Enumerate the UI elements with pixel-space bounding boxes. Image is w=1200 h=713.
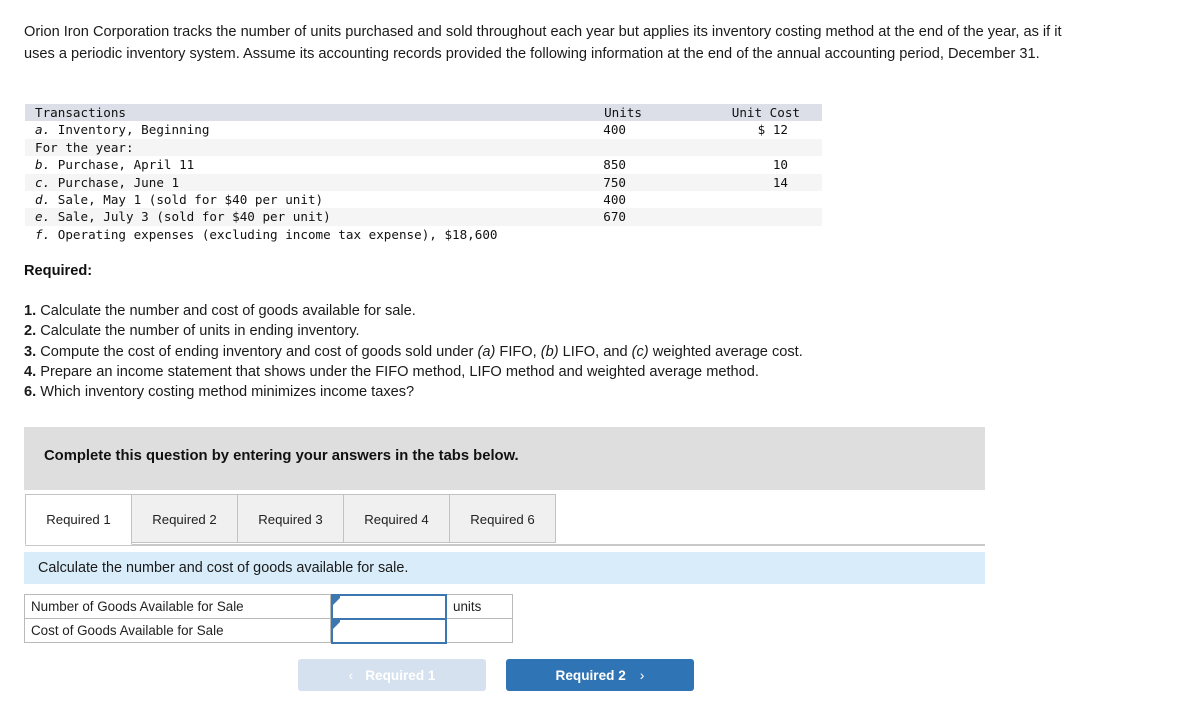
requirement-subheader-text: Calculate the number and cost of goods a… — [38, 560, 409, 576]
column-header-units: Units — [604, 105, 642, 120]
required-item-emphasis: (b) — [540, 343, 559, 360]
transactions-table-body: a. Inventory, Beginning 400 $ 12 For the ye… — [25, 121, 822, 244]
required-heading: Required: — [24, 263, 93, 279]
next-requirement-button[interactable]: Required 2 › — [506, 659, 694, 691]
transaction-unit-cost-cell — [660, 208, 822, 225]
transaction-description-cell: a. Inventory, Beginning — [35, 122, 210, 138]
number-available-input[interactable] — [331, 594, 447, 620]
table-row: b. Purchase, April 11 850 10 — [25, 156, 822, 174]
transaction-units-cell: 850 — [603, 157, 626, 173]
requirement-subheader: Calculate the number and cost of goods a… — [24, 552, 985, 584]
transaction-item-letter: c. — [35, 174, 51, 190]
transaction-description-cell: b. Purchase, April 11 — [35, 157, 195, 173]
answer-unit-label: units — [446, 594, 513, 619]
answer-entry-table: Number of Goods Available for Sale units C… — [24, 594, 513, 644]
transactions-table: Transactions Units Unit Cost a. Inventor… — [25, 104, 822, 244]
transaction-unit-cost-cell — [660, 191, 822, 208]
required-item-number: 6. — [24, 384, 37, 401]
chevron-left-icon: ‹ — [348, 667, 354, 683]
table-row: d. Sale, May 1 (sold for $40 per unit) 40… — [25, 191, 822, 209]
transaction-units-cell: 750 — [603, 174, 626, 190]
previous-requirement-button[interactable]: ‹ Required 1 — [298, 659, 486, 691]
answer-row: Cost of Goods Available for Sale — [24, 618, 513, 644]
transaction-unit-cost-cell — [660, 226, 822, 243]
required-item: 1. Calculate the number and cost of good… — [24, 303, 416, 319]
cell-marker-triangle-icon — [333, 596, 340, 605]
transaction-unit-cost-cell: 14 — [772, 174, 788, 190]
table-row: f. Operating expenses (excluding income … — [25, 225, 822, 244]
transaction-units-cell: 400 — [603, 122, 626, 138]
transaction-unit-cost-cell: 10 — [772, 157, 788, 173]
transaction-units-cell: 400 — [603, 192, 626, 208]
requirement-tabstrip: Required 1 Required 2 Required 3 Required 4… — [25, 494, 985, 546]
answer-row-label: Number of Goods Available for Sale — [24, 594, 331, 619]
tab-required-3[interactable]: Required 3 — [237, 494, 344, 543]
table-row: a. Inventory, Beginning 400 $ 12 — [25, 121, 822, 139]
required-item-number: 2. — [24, 323, 37, 340]
table-row: c. Purchase, June 1 750 14 — [25, 173, 822, 192]
transaction-item-letter: a. — [35, 122, 51, 138]
transaction-item-letter: f. — [35, 226, 51, 242]
answer-unit-label — [446, 618, 513, 643]
cost-available-input[interactable] — [331, 618, 447, 644]
tab-label: Required 3 — [258, 512, 323, 527]
transaction-description-cell: f. Operating expenses (excluding income … — [35, 226, 498, 242]
tab-required-2[interactable]: Required 2 — [131, 494, 238, 543]
previous-requirement-label: Required 1 — [365, 668, 436, 683]
required-item: 2. Calculate the number of units in endi… — [24, 323, 360, 340]
tab-required-4[interactable]: Required 4 — [343, 494, 450, 543]
chevron-right-icon: › — [639, 667, 645, 683]
instruction-banner-text: Complete this question by entering your … — [44, 448, 519, 464]
transaction-units-cell: 670 — [603, 209, 626, 225]
transaction-units-cell — [506, 226, 660, 243]
table-row: e. Sale, July 3 (sold for $40 per unit) 6… — [25, 208, 822, 226]
tab-required-5[interactable]: Required 6 — [449, 494, 556, 543]
transaction-description-cell: d. Sale, May 1 (sold for $40 per unit) — [35, 192, 324, 208]
column-header-transactions: Transactions — [35, 105, 126, 120]
transaction-description-cell: For the year: — [35, 139, 134, 155]
required-items-list: 1. Calculate the number and cost of good… — [24, 301, 1024, 402]
transaction-units-cell — [506, 139, 660, 156]
tab-label: Required 4 — [364, 512, 429, 527]
required-item-number: 1. — [24, 303, 37, 319]
answer-input-cell[interactable] — [330, 618, 447, 644]
next-requirement-label: Required 2 — [555, 668, 626, 683]
table-row: For the year: — [25, 138, 822, 157]
column-header-unit-cost: Unit Cost — [731, 105, 800, 120]
required-item: 4. Prepare an income statement that show… — [24, 363, 759, 380]
transactions-table-header: Transactions Units Unit Cost — [25, 104, 822, 122]
answer-row: Number of Goods Available for Sale units — [24, 594, 513, 620]
answer-entry-table-body: Number of Goods Available for Sale units C… — [24, 594, 513, 644]
cell-marker-triangle-icon — [333, 620, 340, 629]
required-item-number: 4. — [24, 363, 37, 380]
transaction-description-cell: c. Purchase, June 1 — [35, 174, 180, 190]
required-item-emphasis: (c) — [631, 343, 649, 360]
transaction-item-letter: d. — [35, 192, 51, 208]
required-item-emphasis: (a) — [477, 343, 496, 360]
transaction-description-cell: e. Sale, July 3 (sold for $40 per unit) — [35, 209, 331, 225]
tab-label: Required 2 — [152, 512, 217, 527]
tab-label: Required 6 — [470, 512, 535, 527]
problem-intro-paragraph: Orion Iron Corporation tracks the number… — [24, 24, 1062, 62]
transaction-item-letter: b. — [35, 157, 51, 173]
answer-input-cell[interactable] — [330, 594, 447, 620]
instruction-banner: Complete this question by entering your … — [24, 427, 985, 490]
required-item: 6. Which inventory costing method minimi… — [24, 384, 415, 401]
tab-label: Required 1 — [46, 512, 111, 527]
transaction-item-letter: e. — [35, 209, 51, 225]
required-item: 3. Compute the cost of ending inventory … — [24, 343, 803, 360]
answer-row-label: Cost of Goods Available for Sale — [24, 618, 331, 643]
transaction-unit-cost-cell: $ 12 — [757, 122, 788, 138]
required-item-number: 3. — [24, 343, 37, 360]
table-header-row: Transactions Units Unit Cost — [25, 104, 822, 122]
transaction-unit-cost-cell — [660, 139, 822, 156]
tab-required-1[interactable]: Required 1 — [25, 494, 132, 545]
